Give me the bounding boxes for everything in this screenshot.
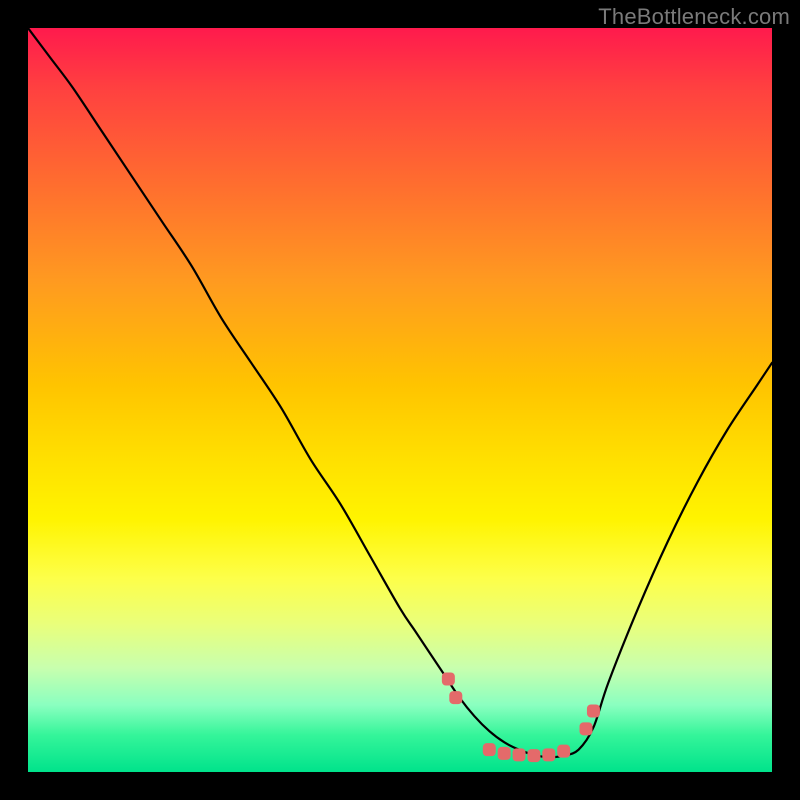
- marker-dot: [527, 749, 540, 762]
- marker-dot: [498, 747, 511, 760]
- plot-area: [28, 28, 772, 772]
- chart-frame: TheBottleneck.com: [0, 0, 800, 800]
- marker-dot: [557, 745, 570, 758]
- marker-dot: [483, 743, 496, 756]
- marker-dot: [442, 673, 455, 686]
- marker-dot: [542, 748, 555, 761]
- bottleneck-curve: [28, 28, 772, 757]
- marker-dot: [580, 722, 593, 735]
- marker-dot: [513, 748, 526, 761]
- watermark-text: TheBottleneck.com: [598, 4, 790, 30]
- highlight-markers: [442, 673, 600, 763]
- marker-dot: [449, 691, 462, 704]
- marker-dot: [587, 704, 600, 717]
- curve-layer: [28, 28, 772, 772]
